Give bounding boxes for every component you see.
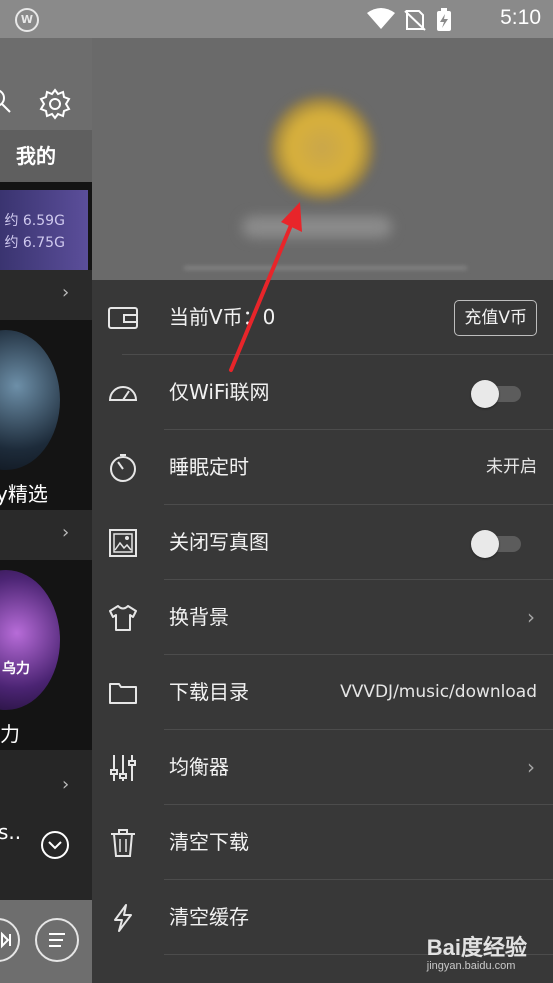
wifi-only-label: 仅WiFi联网 — [169, 380, 270, 404]
change-background-row[interactable]: 换背景 › — [92, 580, 553, 655]
sleep-timer-status: 未开启 — [486, 457, 537, 477]
username-blurred — [242, 216, 392, 238]
user-avatar[interactable] — [270, 96, 374, 200]
next-track-icon — [1, 931, 11, 949]
image-icon — [109, 529, 137, 557]
trash-icon — [111, 829, 135, 857]
status-icons — [367, 8, 451, 31]
equalizer-row[interactable]: 均衡器 › — [92, 730, 553, 805]
toggle-knob — [471, 380, 499, 408]
sleep-timer-label: 睡眠定时 — [169, 455, 249, 479]
wifi-only-toggle[interactable] — [471, 380, 521, 408]
playlist-title-2[interactable]: 力 — [0, 718, 20, 747]
close-photo-row[interactable]: 关闭写真图 — [92, 505, 553, 580]
download-directory-label: 下载目录 — [169, 680, 249, 704]
timer-icon — [110, 454, 136, 482]
expand-down-icon[interactable] — [40, 830, 70, 860]
settings-gear-icon[interactable] — [39, 88, 71, 120]
no-sim-icon — [404, 10, 426, 31]
menu-lines-icon — [49, 933, 65, 947]
status-bar: W 5:10 — [0, 0, 553, 38]
playlist-cover-1[interactable] — [0, 330, 60, 470]
background-page: 我的 自 约 6.59G 自 约 6.75G › y精选 › 乌力 力 › s.… — [0, 38, 92, 983]
folder-icon — [109, 683, 137, 704]
playlist-title-1[interactable]: y精选 — [0, 478, 48, 507]
clear-downloads-row[interactable]: 清空下载 — [92, 805, 553, 880]
playlist-menu-button[interactable] — [35, 918, 79, 962]
wifi-icon — [367, 8, 395, 29]
app-badge-icon: W — [15, 8, 39, 32]
watermark-brand: Bai度经验 — [426, 935, 527, 960]
recharge-vcoin-button[interactable]: 充值V币 — [454, 300, 537, 336]
chevron-right-icon: › — [527, 755, 535, 779]
tshirt-icon — [109, 605, 137, 631]
wallet-icon — [108, 307, 138, 329]
chevron-right-icon: › — [62, 522, 70, 543]
section-header[interactable]: › — [0, 270, 92, 320]
vcoin-label: 当前V币：0 — [169, 305, 276, 329]
settings-drawer: 当前V币：0 充值V币 仅WiFi联网 睡眠定时 未开启 关闭写真图 换背景 ›… — [92, 38, 553, 983]
next-track-button[interactable] — [0, 918, 20, 962]
profile-header — [92, 38, 553, 280]
background-toolbar — [0, 38, 92, 130]
download-directory-row[interactable]: 下载目录 VVVDJ/music/download — [92, 655, 553, 730]
status-time: 5:10 — [500, 6, 541, 29]
chevron-right-icon[interactable]: › — [62, 774, 69, 795]
toggle-knob — [471, 530, 499, 558]
sleep-timer-row[interactable]: 睡眠定时 未开启 — [92, 430, 553, 505]
equalizer-icon — [110, 755, 136, 781]
lightning-icon — [114, 904, 132, 932]
chevron-right-icon: › — [527, 605, 535, 629]
player-bar — [0, 900, 92, 983]
baidu-watermark: Bai度经验 jingyan.baidu.com — [427, 930, 527, 972]
download-directory-path: VVVDJ/music/download — [340, 682, 537, 702]
header-divider — [184, 266, 467, 270]
section-header-2[interactable]: › — [0, 510, 92, 560]
clear-cache-label: 清空缓存 — [169, 905, 249, 929]
speedometer-icon — [108, 386, 138, 401]
watermark-url: jingyan.baidu.com — [426, 960, 516, 972]
tab-mine[interactable]: 我的 — [0, 130, 92, 182]
playlist-cover-2[interactable]: 乌力 — [0, 570, 60, 710]
settings-menu: 当前V币：0 充值V币 仅WiFi联网 睡眠定时 未开启 关闭写真图 换背景 ›… — [92, 280, 553, 955]
storage-card: 自 约 6.59G 自 约 6.75G — [0, 190, 88, 270]
close-photo-label: 关闭写真图 — [169, 530, 269, 554]
close-photo-toggle[interactable] — [471, 530, 521, 558]
vcoin-row: 当前V币：0 充值V币 — [92, 280, 553, 355]
clear-downloads-label: 清空下载 — [169, 830, 249, 854]
playlist-title-3[interactable]: s.. — [0, 820, 21, 844]
screen: W 5:10 我的 约 6.59G 约 6.75G › y精选 › 乌力 力 ›… — [0, 0, 553, 983]
search-icon[interactable] — [0, 88, 14, 116]
playlist-cover-2-text: 乌力 — [2, 661, 30, 677]
battery-charging-icon — [437, 8, 451, 31]
wifi-only-row[interactable]: 仅WiFi联网 — [92, 355, 553, 430]
change-background-label: 换背景 — [169, 605, 229, 629]
equalizer-label: 均衡器 — [169, 755, 229, 779]
storage-line-1: 自 约 6.59G — [0, 213, 65, 229]
storage-line-2: 自 约 6.75G — [0, 235, 65, 251]
chevron-right-icon: › — [62, 282, 70, 303]
